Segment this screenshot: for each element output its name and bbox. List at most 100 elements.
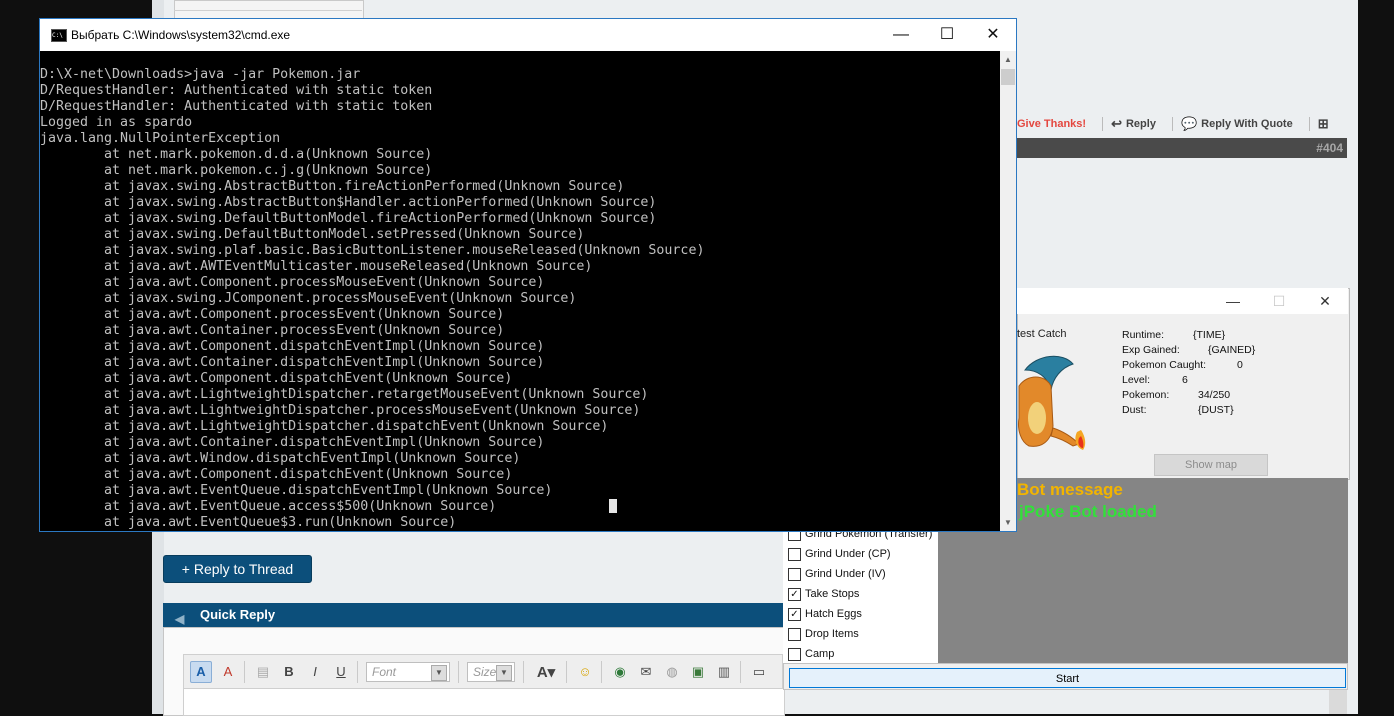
multi-quote-button[interactable]: ⊞ xyxy=(1318,116,1333,132)
stat-exp-value: {GAINED} xyxy=(1208,344,1256,356)
divider xyxy=(357,660,358,683)
bot-titlebar: — ☐ ✕ xyxy=(1017,288,1348,314)
post-header-bar: #404 xyxy=(1017,138,1347,158)
toggle-wysiwyg-icon[interactable]: A xyxy=(190,660,212,683)
console-scrollbar[interactable]: ▲ ▼ xyxy=(1000,51,1016,531)
post-actions: Give Thanks! ↩ Reply 💬 Reply With Quote ⊞ xyxy=(1017,111,1347,137)
minimize-button[interactable]: — xyxy=(1216,288,1250,314)
forum-right-border xyxy=(1329,690,1347,714)
option-label: Grind Under (CP) xyxy=(805,548,891,560)
bot-message-text: jPoke Bot loaded xyxy=(1019,502,1157,521)
divider xyxy=(1308,117,1310,131)
post-body xyxy=(1017,160,1347,288)
divider xyxy=(566,660,567,683)
option-label: Drop Items xyxy=(805,628,859,640)
start-button[interactable]: Start xyxy=(789,668,1346,688)
quick-reply-title: Quick Reply xyxy=(200,607,276,622)
stat-runtime-value: {TIME} xyxy=(1193,329,1226,341)
stat-runtime-label: Runtime: xyxy=(1122,329,1165,341)
font-select[interactable]: Font ▼ xyxy=(366,661,450,682)
console-output[interactable]: D:\X-net\Downloads>java -jar Pokemon.jar… xyxy=(40,51,1000,531)
option-label: Camp xyxy=(805,648,835,660)
stat-caught-value: 0 xyxy=(1237,359,1243,371)
divider xyxy=(1102,117,1104,131)
maximize-button: ☐ xyxy=(1272,293,1286,309)
stat-exp-label: Exp Gained: xyxy=(1122,344,1180,356)
divider xyxy=(740,660,741,683)
checkbox-checked[interactable]: ✓ xyxy=(788,587,801,601)
maximize-button[interactable]: ☐ xyxy=(924,19,970,51)
stat-level-value: 6 xyxy=(1182,374,1188,386)
quote-bubble-icon: 💬 xyxy=(1180,116,1198,131)
forum-right-strip xyxy=(1358,0,1394,714)
image-icon[interactable]: ▣ xyxy=(688,662,708,682)
divider xyxy=(523,660,524,683)
chevron-down-icon: ▼ xyxy=(496,664,512,681)
checkbox[interactable] xyxy=(788,647,801,661)
stat-level-label: Level: xyxy=(1122,374,1151,386)
option-grind-under-cp[interactable]: Grind Under (CP) xyxy=(788,546,891,562)
paste-icon[interactable]: ▤ xyxy=(253,662,273,682)
show-map-button[interactable]: Show map xyxy=(1154,454,1268,476)
email-icon[interactable]: ✉ xyxy=(636,662,656,682)
remove-format-icon[interactable]: A xyxy=(218,662,238,682)
font-color-icon[interactable]: A▾ xyxy=(532,662,560,682)
smiley-icon[interactable]: ☺ xyxy=(575,662,595,682)
close-button[interactable]: ✕ xyxy=(1308,288,1342,314)
close-button[interactable]: ✕ xyxy=(970,19,1016,51)
scroll-down-icon[interactable]: ▼ xyxy=(1000,514,1016,531)
bold-icon[interactable]: B xyxy=(279,662,299,682)
video-icon[interactable]: ▥ xyxy=(714,662,734,682)
link-icon[interactable]: ◉ xyxy=(610,662,630,682)
divider xyxy=(1171,117,1173,131)
stat-pokemon-value: 34/250 xyxy=(1198,389,1231,401)
italic-icon[interactable]: I xyxy=(305,662,325,682)
reply-link[interactable]: ↩ Reply xyxy=(1111,116,1156,132)
cmd-window-title: Выбрать C:\Windows\system32\cmd.exe xyxy=(71,28,291,42)
multi-quote-icon: ⊞ xyxy=(1317,116,1329,131)
quick-reply-header: ◀ Quick Reply xyxy=(163,603,783,627)
reply-label: Reply xyxy=(1125,118,1156,130)
console-text: D:\X-net\Downloads>java -jar Pokemon.jar… xyxy=(40,67,705,530)
bot-options-list: Grind Pokemon (Transfer) Grind Under (CP… xyxy=(783,527,938,663)
option-label: Take Stops xyxy=(805,588,860,600)
option-drop-items[interactable]: Drop Items xyxy=(788,626,859,642)
option-hatch-eggs[interactable]: ✓ Hatch Eggs xyxy=(788,606,862,622)
bot-message-title: Bot message xyxy=(1017,480,1123,499)
quote-icon[interactable]: ▭ xyxy=(749,662,769,682)
checkbox[interactable] xyxy=(788,567,801,581)
option-take-stops[interactable]: ✓ Take Stops xyxy=(788,586,859,602)
stat-dust-label: Dust: xyxy=(1122,404,1147,416)
scroll-up-icon[interactable]: ▲ xyxy=(1000,51,1016,68)
font-select-value: Font xyxy=(372,664,397,679)
option-label: Hatch Eggs xyxy=(805,608,862,620)
stat-pokemon-label: Pokemon: xyxy=(1122,389,1170,401)
reply-with-quote-link[interactable]: 💬 Reply With Quote xyxy=(1181,116,1293,132)
stat-caught-label: Pokemon Caught: xyxy=(1122,359,1207,371)
divider xyxy=(244,660,245,683)
checkbox-checked[interactable]: ✓ xyxy=(788,607,801,621)
checkbox[interactable] xyxy=(788,627,801,641)
option-grind-under-iv[interactable]: Grind Under (IV) xyxy=(788,566,886,582)
post-number[interactable]: #404 xyxy=(1316,141,1347,155)
scroll-thumb[interactable] xyxy=(1001,69,1015,85)
give-thanks-link[interactable]: Give Thanks! xyxy=(1017,118,1086,130)
option-camp[interactable]: Camp xyxy=(788,646,834,662)
cmd-icon: C:\ xyxy=(51,29,67,42)
minimize-button[interactable]: — xyxy=(878,19,924,51)
size-select[interactable]: Size ▼ xyxy=(467,661,515,682)
underline-icon[interactable]: U xyxy=(331,662,351,682)
editor-text-area[interactable] xyxy=(183,688,785,716)
reply-with-quote-label: Reply With Quote xyxy=(1201,118,1293,130)
reply-to-thread-button[interactable]: + Reply to Thread xyxy=(163,555,312,583)
option-label: Grind Under (IV) xyxy=(805,568,886,580)
checkbox[interactable] xyxy=(788,547,801,561)
chevron-down-icon: ▼ xyxy=(431,664,447,681)
divider xyxy=(601,660,602,683)
pokemon-image-label: test Catch xyxy=(1017,328,1067,340)
stat-dust-value: {DUST} xyxy=(1198,404,1234,416)
unlink-icon[interactable]: ◍ xyxy=(662,662,682,682)
cmd-titlebar[interactable]: C:\ Выбрать C:\Windows\system32\cmd.exe … xyxy=(40,19,1016,51)
console-cursor xyxy=(609,499,617,513)
editor-toolbar: A A ▤ B I U Font ▼ Size ▼ A▾ ☺ ◉ ✉ ◍ ▣ ▥ ▭ xyxy=(183,654,783,688)
